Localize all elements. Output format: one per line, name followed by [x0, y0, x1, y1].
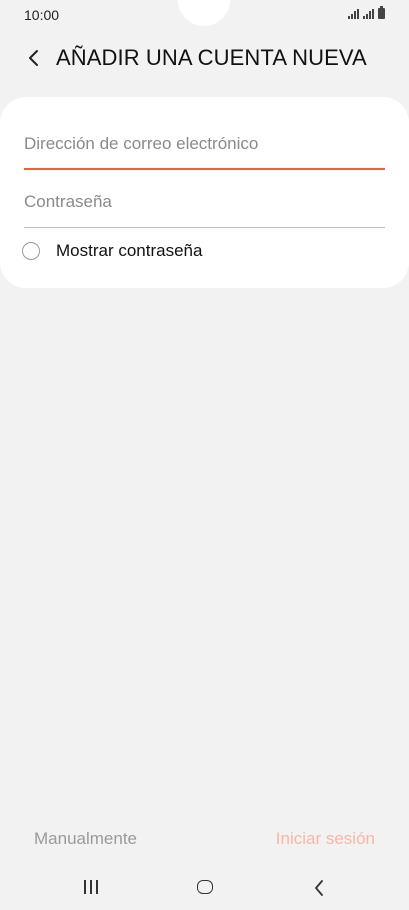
password-underline — [24, 227, 385, 228]
status-bar: 10:00 — [0, 0, 409, 30]
password-field[interactable] — [24, 188, 385, 228]
show-password-option[interactable]: Mostrar contraseña — [22, 238, 202, 264]
back-button[interactable] — [22, 44, 46, 72]
recent-apps-icon[interactable] — [84, 880, 98, 894]
camera-notch — [178, 0, 230, 26]
show-password-radio[interactable] — [22, 242, 40, 260]
bottom-actions: Manualmente Iniciar sesión — [0, 824, 409, 854]
page-title: AÑADIR UNA CUENTA NUEVA — [56, 45, 367, 70]
signal-icon — [348, 9, 359, 19]
status-icons — [348, 6, 385, 19]
status-time: 10:00 — [24, 7, 60, 23]
chevron-left-icon — [29, 50, 38, 66]
manual-setup-button[interactable]: Manualmente — [34, 829, 137, 849]
email-input[interactable] — [24, 130, 385, 158]
sign-in-button[interactable]: Iniciar sesión — [276, 829, 375, 849]
password-input[interactable] — [24, 188, 385, 216]
signal-icon — [363, 9, 374, 19]
email-field[interactable] — [24, 130, 385, 170]
back-icon[interactable] — [312, 878, 326, 898]
navigation-bar — [0, 868, 409, 910]
show-password-label: Mostrar contraseña — [56, 241, 203, 260]
battery-icon — [378, 6, 385, 19]
home-icon[interactable] — [197, 880, 213, 894]
email-underline — [24, 168, 385, 170]
app-header: AÑADIR UNA CUENTA NUEVA — [0, 36, 409, 80]
